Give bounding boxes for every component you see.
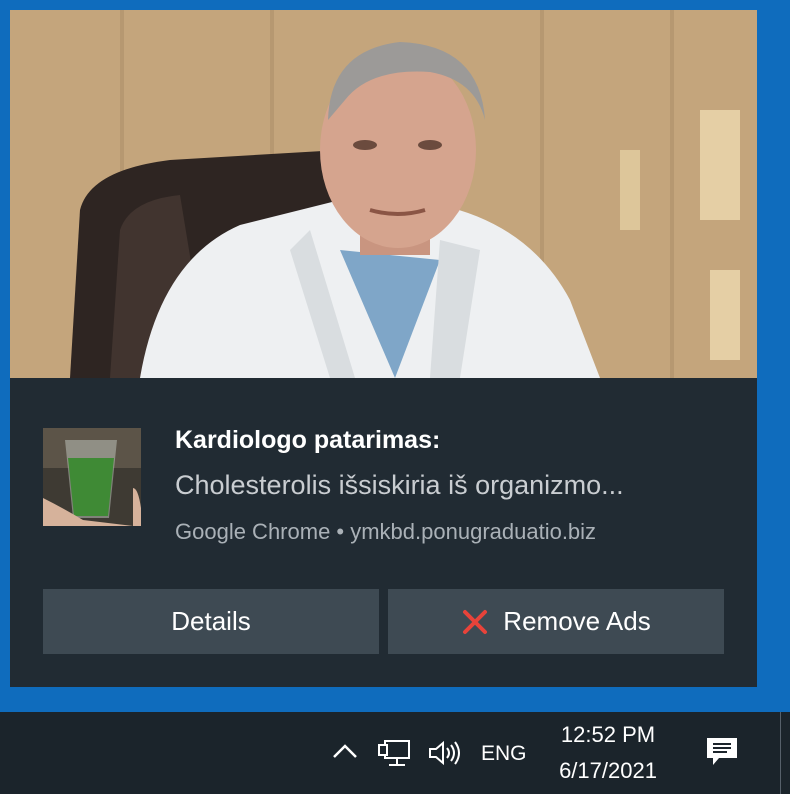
- notification-toast[interactable]: Kardiologo patarimas: Cholesterolis išsi…: [10, 10, 757, 687]
- doctor-photo: [10, 10, 757, 378]
- notification-title: Kardiologo patarimas:: [175, 426, 441, 454]
- notification-hero-image: [10, 10, 757, 378]
- clock-date[interactable]: 6/17/2021: [548, 758, 668, 784]
- volume-icon[interactable]: [427, 738, 463, 773]
- green-juice-glass: [43, 428, 141, 526]
- chevron-up-icon[interactable]: [331, 740, 359, 767]
- notification-message: Cholesterolis išsiskiria iš organizmo...: [175, 470, 624, 500]
- remove-ads-button[interactable]: Remove Ads: [388, 589, 724, 654]
- language-indicator[interactable]: ENG: [481, 742, 527, 766]
- action-center-icon[interactable]: [705, 736, 739, 773]
- network-icon[interactable]: [377, 738, 413, 773]
- remove-ads-button-label: Remove Ads: [503, 606, 651, 636]
- taskbar: ENG 12:52 PM 6/17/2021: [0, 712, 790, 794]
- close-icon: [461, 608, 489, 636]
- notification-thumbnail: [43, 428, 141, 526]
- notification-source: Google Chrome • ymkbd.ponugraduatio.biz: [175, 519, 597, 544]
- clock-time[interactable]: 12:52 PM: [548, 722, 668, 748]
- details-button[interactable]: Details: [43, 589, 379, 654]
- taskbar-divider: [780, 712, 781, 794]
- details-button-label: Details: [171, 606, 251, 636]
